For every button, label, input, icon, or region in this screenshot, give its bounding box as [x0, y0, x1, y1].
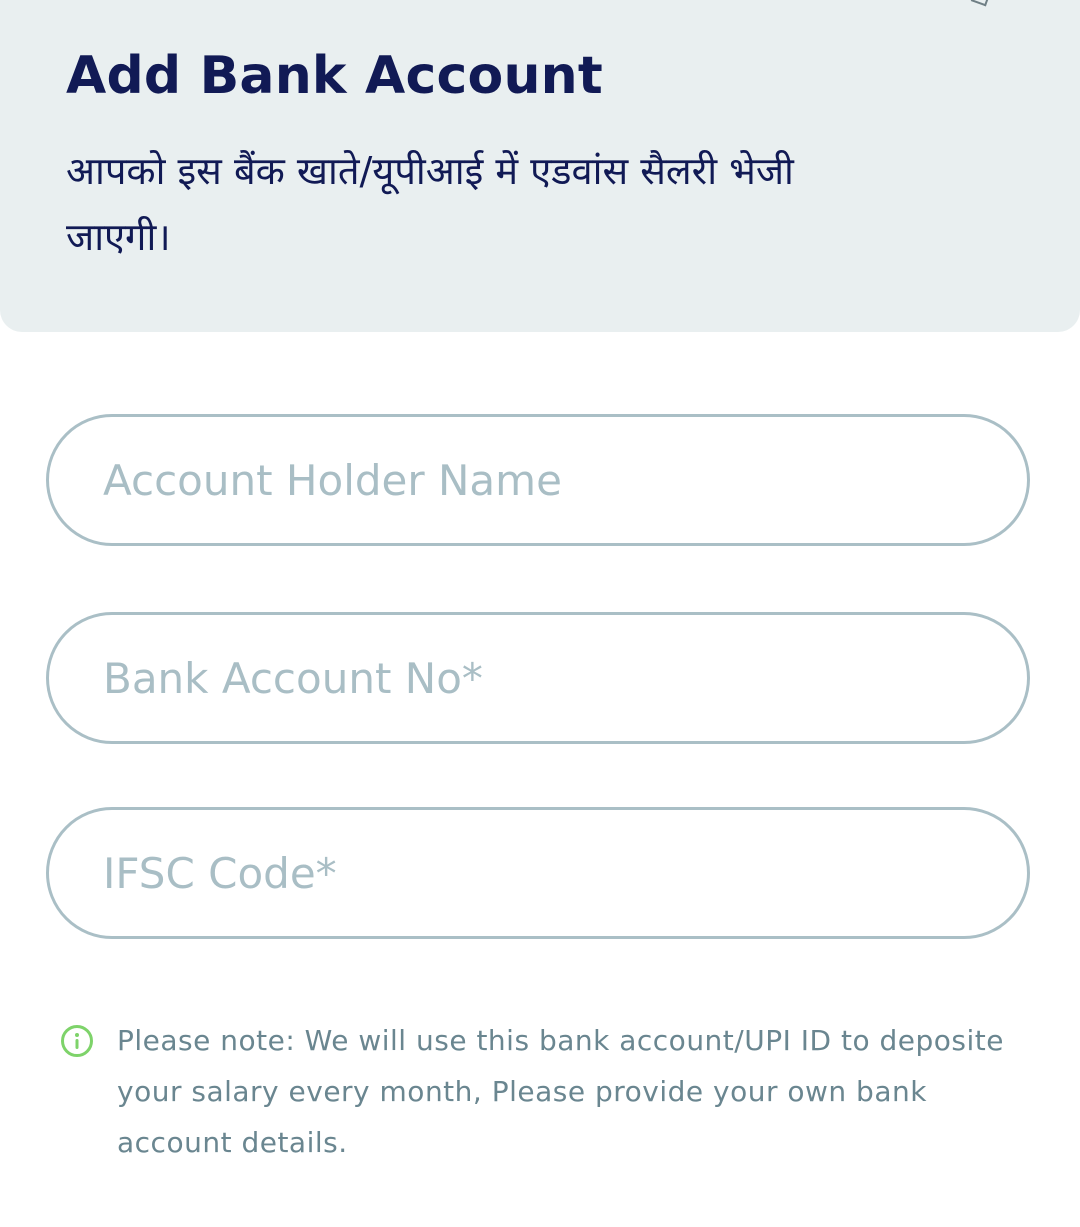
bank-account-no-input[interactable]	[103, 615, 983, 741]
bank-account-no-field[interactable]	[46, 612, 1030, 744]
ifsc-code-input[interactable]	[103, 810, 983, 936]
chevron-icon	[970, 0, 990, 7]
note-text: Please note: We will use this bank accou…	[117, 1024, 1004, 1159]
account-holder-name-input[interactable]	[103, 417, 983, 543]
page-title: Add Bank Account	[66, 46, 603, 106]
header-card: Add Bank Account आपको इस बैंक खाते/यूपीआ…	[0, 0, 1080, 332]
page-subtitle: आपको इस बैंक खाते/यूपीआई में एडवांस सैलर…	[66, 149, 794, 259]
info-icon	[61, 1025, 93, 1057]
ifsc-code-field[interactable]	[46, 807, 1030, 939]
account-holder-name-field[interactable]	[46, 414, 1030, 546]
